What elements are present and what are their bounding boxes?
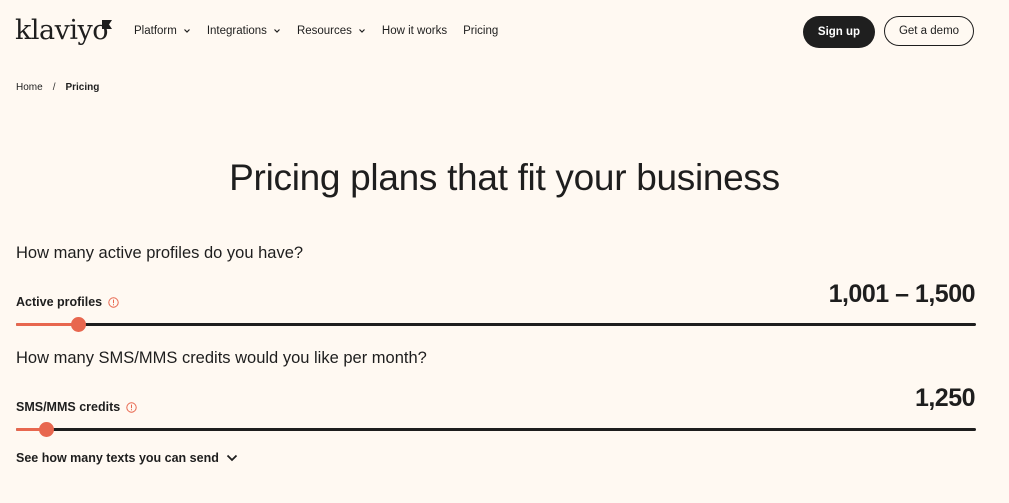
see-texts-toggle[interactable]: See how many texts you can send (16, 451, 238, 465)
breadcrumb: Home / Pricing (16, 82, 99, 93)
chevron-down-icon (274, 29, 280, 33)
nav-item-label: Integrations (206, 25, 267, 37)
breadcrumb-home-link[interactable]: Home (16, 82, 43, 93)
sign-up-button[interactable]: Sign up (803, 16, 875, 48)
nav-item-resources[interactable]: Resources (297, 25, 366, 37)
see-texts-label: See how many texts you can send (16, 451, 219, 465)
logo-flag-icon (102, 20, 112, 29)
chevron-down-icon (183, 29, 190, 33)
active-profiles-label: Active profiles (16, 294, 119, 310)
active-profiles-slider[interactable] (16, 316, 976, 334)
nav-item-label: Platform (134, 25, 177, 37)
profiles-question: How many active profiles do you have? (16, 244, 304, 262)
chevron-down-icon (358, 29, 365, 33)
page-title: Pricing plans that fit your business (229, 157, 780, 198)
slider-thumb[interactable] (71, 317, 86, 332)
nav-item-label: How it works (381, 25, 448, 37)
slider-fill (16, 323, 78, 326)
nav-item-pricing[interactable]: Pricing (463, 25, 498, 37)
sms-credits-value: 1,250 (914, 384, 976, 412)
active-profiles-label-text: Active profiles (16, 295, 103, 309)
slider-thumb[interactable] (39, 422, 54, 437)
nav-item-label: Resources (296, 25, 352, 37)
active-profiles-value: 1,001 – 1,500 (828, 280, 976, 308)
nav-item-how-it-works[interactable]: How it works (382, 25, 447, 37)
nav-item-label: Pricing (463, 25, 499, 37)
klaviyo-logo[interactable]: klaviyo (15, 15, 109, 47)
sms-question: How many SMS/MMS credits would you like … (16, 349, 427, 367)
breadcrumb-current: Pricing (65, 82, 100, 93)
slider-track (16, 323, 976, 326)
sms-credits-label: SMS/MMS credits (16, 399, 137, 415)
breadcrumb-separator: / (52, 82, 56, 93)
info-icon[interactable] (108, 296, 119, 308)
nav-item-platform[interactable]: Platform (134, 25, 191, 37)
sms-credits-label-text: SMS/MMS credits (16, 400, 121, 414)
top-nav: klaviyo Platform Integrations Resources … (0, 0, 1009, 66)
chevron-down-icon (226, 454, 237, 462)
sms-credits-slider[interactable] (16, 421, 976, 439)
nav-item-integrations[interactable]: Integrations (207, 25, 281, 37)
slider-track (16, 428, 976, 431)
info-icon[interactable] (126, 401, 137, 413)
main-menu: Platform Integrations Resources How it w… (134, 25, 514, 37)
get-a-demo-button[interactable]: Get a demo (884, 16, 974, 46)
